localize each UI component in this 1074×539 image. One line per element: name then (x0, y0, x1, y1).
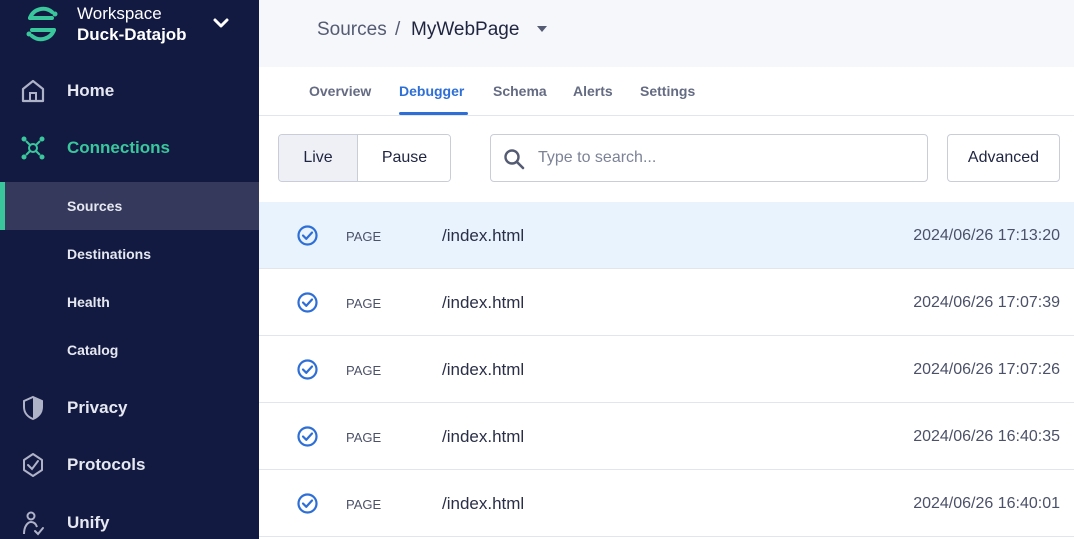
event-row[interactable]: PAGE /index.html 2024/06/26 16:40:35 (259, 403, 1074, 470)
connections-icon (21, 136, 45, 160)
search-input[interactable] (538, 145, 908, 171)
event-timestamp: 2024/06/26 16:40:01 (913, 495, 1060, 512)
sidebar-item-privacy[interactable]: Privacy (0, 385, 259, 433)
protocols-icon (23, 453, 43, 477)
workspace-switcher[interactable]: Workspace Duck-Datajob (0, 0, 259, 54)
sidebar-subitem-catalog[interactable]: Catalog (0, 326, 259, 374)
check-circle-icon (297, 359, 318, 380)
sidebar-item-home[interactable]: Home (0, 68, 259, 116)
workspace-name: Duck-Datajob (77, 25, 187, 44)
sidebar-item-unify[interactable]: Unify (0, 500, 259, 539)
event-row[interactable]: PAGE /index.html 2024/06/26 17:07:39 (259, 269, 1074, 336)
check-circle-icon (297, 292, 318, 313)
breadcrumb-separator: / (395, 19, 401, 40)
active-tab-indicator (399, 112, 468, 115)
event-type: PAGE (346, 363, 382, 378)
tab-settings[interactable]: Settings (640, 83, 695, 99)
advanced-button[interactable]: Advanced (947, 134, 1060, 182)
event-path: /index.html (442, 293, 525, 312)
tab-alerts[interactable]: Alerts (573, 83, 613, 99)
event-row[interactable]: PAGE /index.html 2024/06/26 17:13:20 (259, 202, 1074, 269)
page-header: Sources / MyWebPage (259, 0, 1074, 67)
unify-icon (23, 511, 44, 536)
event-path: /index.html (442, 427, 525, 446)
workspace-text: Workspace Duck-Datajob (77, 4, 187, 46)
sidebar-item-label: Unify (67, 513, 110, 532)
sidebar-subitem-label: Destinations (67, 246, 152, 262)
breadcrumb-current-source[interactable]: MyWebPage (411, 19, 519, 41)
event-type: PAGE (346, 296, 382, 311)
check-circle-icon (297, 426, 318, 447)
workspace-label: Workspace (77, 4, 162, 23)
event-type: PAGE (346, 430, 382, 445)
event-timestamp: 2024/06/26 17:07:26 (913, 361, 1060, 378)
sidebar-subitem-label: Catalog (67, 342, 119, 358)
live-pause-toggle: Live Pause (278, 134, 451, 182)
sidebar: Workspace Duck-Datajob Home Connections … (0, 0, 259, 539)
check-circle-icon (297, 493, 318, 514)
sidebar-subitem-destinations[interactable]: Destinations (0, 230, 259, 278)
event-timestamp: 2024/06/26 17:13:20 (913, 227, 1060, 244)
sidebar-item-connections[interactable]: Connections (0, 125, 259, 173)
check-circle-icon (297, 225, 318, 246)
search-box (490, 134, 928, 182)
event-row[interactable]: PAGE /index.html 2024/06/26 17:07:26 (259, 336, 1074, 403)
live-button[interactable]: Live (279, 135, 358, 181)
event-path: /index.html (442, 360, 525, 379)
event-timestamp: 2024/06/26 16:40:35 (913, 428, 1060, 445)
tab-debugger[interactable]: Debugger (399, 83, 464, 99)
sidebar-item-label: Home (67, 81, 115, 100)
event-type: PAGE (346, 229, 382, 244)
chevron-down-icon[interactable] (212, 16, 230, 30)
sidebar-subitem-label: Health (67, 294, 110, 310)
search-icon (504, 149, 525, 170)
event-path: /index.html (442, 226, 525, 245)
source-tabs: Overview Debugger Schema Alerts Settings (259, 67, 1074, 116)
event-timestamp: 2024/06/26 17:07:39 (913, 294, 1060, 311)
caret-down-icon[interactable] (537, 26, 547, 32)
breadcrumb-sources-link[interactable]: Sources (317, 19, 387, 41)
sidebar-subitem-sources[interactable]: Sources (0, 182, 259, 230)
tab-schema[interactable]: Schema (493, 83, 547, 99)
sidebar-item-label: Privacy (67, 398, 128, 417)
sidebar-item-protocols[interactable]: Protocols (0, 442, 259, 490)
sidebar-item-label: Connections (67, 138, 170, 157)
event-type: PAGE (346, 497, 382, 512)
event-path: /index.html (442, 494, 525, 513)
sidebar-subitem-label: Sources (67, 198, 123, 214)
pause-button[interactable]: Pause (358, 135, 450, 181)
sidebar-item-label: Protocols (67, 455, 146, 474)
tab-overview[interactable]: Overview (309, 83, 371, 99)
shield-icon (23, 395, 43, 421)
home-icon (21, 79, 45, 103)
event-row[interactable]: PAGE /index.html 2024/06/26 16:40:01 (259, 470, 1074, 537)
workspace-logo-icon (26, 6, 58, 42)
sidebar-subitem-health[interactable]: Health (0, 278, 259, 326)
